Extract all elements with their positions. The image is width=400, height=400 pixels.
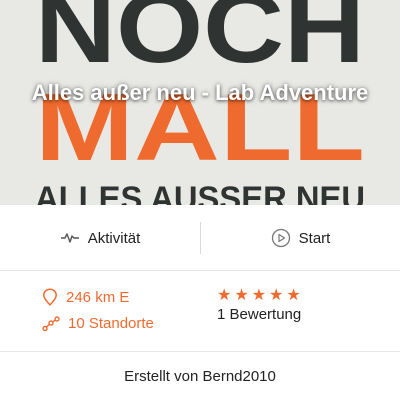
star-icon: ★ xyxy=(269,287,284,304)
distance-stat: 246 km E xyxy=(42,288,129,306)
play-icon xyxy=(271,228,290,248)
activity-button[interactable]: Aktivität xyxy=(0,205,200,271)
star-icon: ★ xyxy=(286,287,301,304)
start-label: Start xyxy=(298,229,331,247)
rating-count: 1 Bewertung xyxy=(217,306,302,323)
hero-image: NOCH MALL ALLES AUSSER NEU Alles außer n… xyxy=(0,0,400,205)
locations-value: 10 Standorte xyxy=(68,315,154,332)
star-icon: ★ xyxy=(234,287,249,304)
page-title: Alles außer neu - Lab Adventure xyxy=(31,80,369,105)
distance-value: 246 km E xyxy=(66,288,130,306)
start-button[interactable]: Start xyxy=(201,205,400,271)
rating-stars: ★ ★ ★ ★ ★ xyxy=(217,288,301,304)
location-pin-icon xyxy=(43,288,57,306)
route-icon xyxy=(42,315,60,331)
action-bar: Aktivität Start xyxy=(0,205,400,271)
star-icon: ★ xyxy=(217,287,232,304)
stats-section: 246 km E 10 Standorte ★ ★ ★ ★ ★ 1 Bewert… xyxy=(0,272,400,352)
star-icon: ★ xyxy=(251,287,267,304)
activity-label: Aktivität xyxy=(87,229,141,247)
poster-subline: ALLES AUSSER NEU xyxy=(35,180,365,205)
locations-stat: 10 Standorte xyxy=(42,315,154,332)
poster-word-noch: NOCH xyxy=(35,0,365,84)
author-credit: Erstellt von Bernd2010 xyxy=(124,368,276,385)
activity-icon xyxy=(60,233,79,243)
